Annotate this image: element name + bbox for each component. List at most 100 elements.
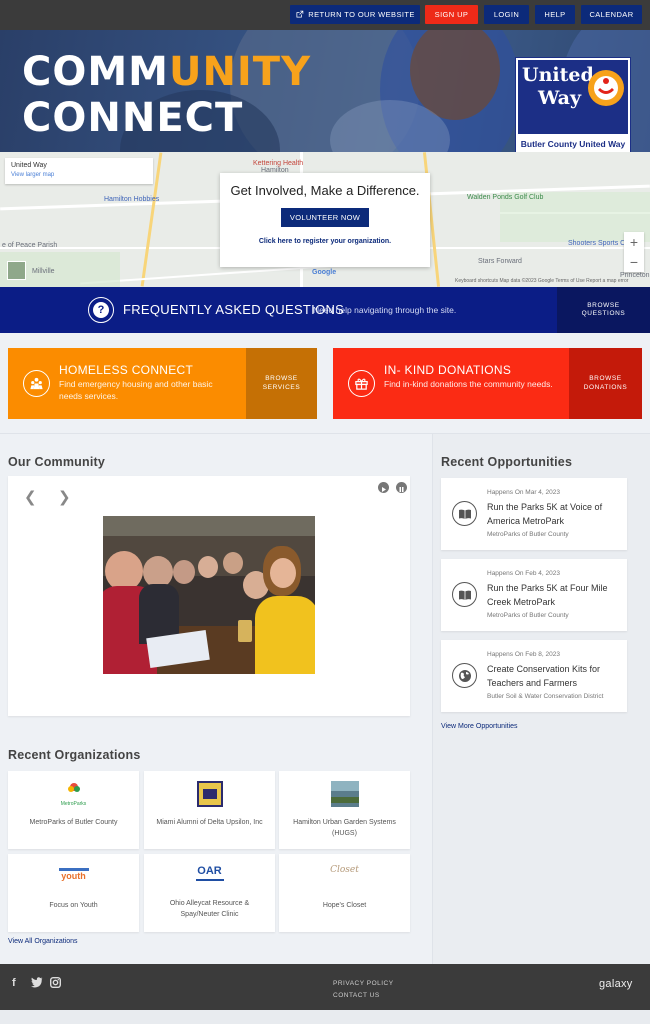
map-satellite-toggle[interactable] bbox=[7, 261, 26, 280]
browse-services-line2: SERVICES bbox=[262, 383, 301, 391]
book-icon bbox=[452, 582, 477, 607]
organization-card[interactable]: OAR Ohio Alleycat Resource & Spay/Neuter… bbox=[144, 854, 275, 932]
hero-title-unity: UNITY bbox=[168, 49, 312, 95]
register-organization-link[interactable]: Click here to register your organization… bbox=[220, 238, 430, 245]
top-nav-bar: RETURN TO OUR WEBSITE SIGN UP LOGIN HELP… bbox=[0, 0, 650, 30]
map-zoom-in-icon[interactable]: + bbox=[624, 232, 644, 252]
help-button[interactable]: HELP bbox=[535, 5, 575, 24]
our-community-heading: Our Community bbox=[8, 455, 106, 469]
opportunity-org: MetroParks of Butler County bbox=[487, 612, 569, 619]
united-way-logo-footer: Butler County United Way bbox=[520, 139, 626, 149]
opportunity-title[interactable]: Create Conservation Kits for Teachers an… bbox=[487, 662, 619, 691]
question-icon: ? bbox=[88, 297, 114, 323]
organization-name: Hope's Closet bbox=[322, 902, 367, 909]
united-way-hand-icon bbox=[588, 70, 624, 106]
community-photo bbox=[103, 516, 315, 674]
faq-banner: ? FREQUENTLY ASKED QUESTIONS Need help n… bbox=[0, 287, 650, 333]
organization-card[interactable]: Miami Alumni of Delta Upsilon, Inc bbox=[144, 771, 275, 849]
hero-banner: COMMUNITY CONNECT United Way Butler Coun… bbox=[0, 30, 650, 152]
view-more-opportunities-link[interactable]: View More Opportunities bbox=[441, 723, 518, 730]
organization-card[interactable]: youth Focus on Youth bbox=[8, 854, 139, 932]
get-involved-heading: Get Involved, Make a Difference. bbox=[230, 183, 420, 198]
oar-logo: OAR bbox=[195, 865, 224, 881]
instagram-icon[interactable] bbox=[49, 976, 62, 991]
organization-card[interactable]: Hamilton Urban Garden Systems (HUGS) bbox=[279, 771, 410, 849]
organization-card[interactable]: Closet Hope's Closet bbox=[279, 854, 410, 932]
homeless-connect-card[interactable]: HOMELESS CONNECT Find emergency housing … bbox=[8, 348, 317, 419]
organization-card[interactable]: MetroParks MetroParks of Butler County bbox=[8, 771, 139, 849]
return-to-website-label: RETURN TO OUR WEBSITE bbox=[308, 10, 415, 19]
organization-name: Focus on Youth bbox=[49, 902, 98, 909]
opportunity-card[interactable]: Happens On Feb 8, 2023 Create Conservati… bbox=[441, 640, 627, 712]
slider-next-icon[interactable]: ❯ bbox=[58, 488, 71, 506]
metroparks-logo: MetroParks bbox=[59, 781, 89, 807]
opportunity-title[interactable]: Run the Parks 5K at Voice of America Met… bbox=[487, 500, 619, 529]
browse-donations-line2: DONATIONS bbox=[583, 383, 628, 391]
calendar-button[interactable]: CALENDAR bbox=[581, 5, 642, 24]
map-label-peace: e of Peace Parish bbox=[2, 242, 58, 249]
login-button[interactable]: LOGIN bbox=[484, 5, 529, 24]
hopes-closet-logo-text: Closet bbox=[330, 865, 359, 875]
focus-on-youth-logo: youth bbox=[58, 868, 89, 881]
organization-name: MetroParks of Butler County bbox=[29, 819, 118, 826]
opportunity-date: Happens On Mar 4, 2023 bbox=[487, 489, 560, 496]
facebook-icon[interactable]: f bbox=[12, 977, 16, 989]
map-label-shooters: Shooters Sports C bbox=[568, 240, 626, 247]
browse-donations-line1: BROWSE bbox=[589, 374, 622, 382]
book-icon bbox=[452, 501, 477, 526]
view-larger-map-link[interactable]: View larger map bbox=[11, 172, 147, 178]
map-label-millville: Millville bbox=[32, 268, 55, 275]
hero-title-comm: COMM bbox=[22, 49, 169, 95]
footer: f PRIVACY POLICY CONTACT US galaxy bbox=[0, 964, 650, 1010]
community-slider: ❮ ❯ bbox=[8, 476, 410, 716]
view-all-organizations-link[interactable]: View All Organizations bbox=[8, 938, 78, 945]
in-kind-donations-desc: Find in-kind donations the community nee… bbox=[384, 379, 553, 389]
homeless-connect-desc: Find emergency housing and other basic n… bbox=[59, 379, 213, 401]
opportunity-card[interactable]: Happens On Mar 4, 2023 Run the Parks 5K … bbox=[441, 478, 627, 550]
browse-questions-button[interactable]: BROWSE QUESTIONS bbox=[557, 287, 650, 333]
map-google-logo: Google bbox=[312, 269, 337, 276]
map-label-hobbies: Hamilton Hobbies bbox=[104, 196, 160, 203]
opportunity-date: Happens On Feb 4, 2023 bbox=[487, 570, 560, 577]
map-attribution: Keyboard shortcuts Map data ©2023 Google… bbox=[455, 278, 629, 284]
hero-title-line1: COMMUNITY bbox=[22, 52, 311, 92]
map-info-title: United Way bbox=[11, 162, 47, 169]
browse-questions-line1: BROWSE bbox=[587, 301, 620, 309]
organization-name: Ohio Alleycat Resource & Spay/Neuter Cli… bbox=[169, 900, 250, 918]
slider-play-icon[interactable] bbox=[378, 482, 389, 493]
in-kind-donations-card[interactable]: IN- KIND DONATIONS Find in-kind donation… bbox=[333, 348, 642, 419]
privacy-policy-link[interactable]: PRIVACY POLICY bbox=[333, 980, 394, 987]
globe-icon bbox=[452, 663, 477, 688]
map-label-kettering: Kettering Health bbox=[253, 160, 304, 167]
recent-opportunities-heading: Recent Opportunities bbox=[441, 455, 573, 469]
faq-subtitle: Need help navigating through the site. bbox=[313, 305, 457, 315]
map-zoom-out-icon[interactable]: − bbox=[624, 252, 644, 272]
map-zoom-control: + − bbox=[624, 232, 644, 272]
twitter-icon[interactable] bbox=[31, 977, 43, 991]
united-way-logo[interactable]: United Way Butler County United Way bbox=[515, 57, 631, 152]
in-kind-donations-title: IN- KIND DONATIONS bbox=[384, 363, 512, 377]
browse-donations-button[interactable]: BROWSE DONATIONS bbox=[569, 348, 642, 419]
opportunity-title[interactable]: Run the Parks 5K at Four Mile Creek Metr… bbox=[487, 581, 619, 610]
volunteer-now-button[interactable]: VOLUNTEER NOW bbox=[281, 208, 369, 227]
united-way-logo-word2: Way bbox=[538, 87, 582, 109]
slider-pause-icon[interactable] bbox=[396, 482, 407, 493]
sign-up-button[interactable]: SIGN UP bbox=[425, 5, 478, 24]
return-to-website-button[interactable]: RETURN TO OUR WEBSITE bbox=[290, 5, 420, 24]
oar-logo-text: OAR bbox=[197, 865, 222, 877]
gift-icon bbox=[348, 370, 375, 397]
column-divider bbox=[432, 434, 433, 964]
opportunity-card[interactable]: Happens On Feb 4, 2023 Run the Parks 5K … bbox=[441, 559, 627, 631]
map-label-walden: Walden Ponds Golf Club bbox=[467, 194, 544, 201]
united-way-logo-panel: United Way bbox=[518, 60, 628, 134]
opportunity-date: Happens On Feb 8, 2023 bbox=[487, 651, 560, 658]
focus-on-youth-logo-text: youth bbox=[61, 871, 86, 881]
galaxy-brand-logo[interactable]: galaxy bbox=[599, 978, 633, 990]
organization-name: Hamilton Urban Garden Systems (HUGS) bbox=[293, 819, 396, 837]
slider-prev-icon[interactable]: ❮ bbox=[24, 488, 37, 506]
browse-services-button[interactable]: BROWSE SERVICES bbox=[246, 348, 317, 419]
metroparks-logo-text: MetroParks bbox=[60, 801, 87, 807]
recent-organizations-heading: Recent Organizations bbox=[8, 748, 141, 762]
organization-name: Miami Alumni of Delta Upsilon, Inc bbox=[156, 819, 263, 826]
contact-us-link[interactable]: CONTACT US bbox=[333, 992, 380, 999]
